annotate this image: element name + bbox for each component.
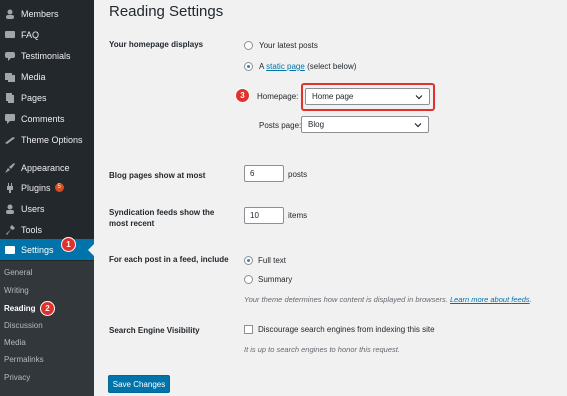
testimonials-icon bbox=[4, 50, 16, 62]
sidebar-item-label: Appearance bbox=[21, 162, 70, 173]
sidebar-item-label: Comments bbox=[21, 113, 65, 124]
sidebar-item-label: Testimonials bbox=[21, 50, 71, 61]
radio-full-text[interactable] bbox=[244, 256, 253, 265]
chevron-down-icon bbox=[415, 95, 423, 100]
radio-summary[interactable] bbox=[244, 275, 253, 284]
save-changes-button[interactable]: Save Changes bbox=[108, 375, 170, 393]
discourage-indexing-checkbox[interactable] bbox=[244, 325, 253, 334]
option-static-page-label: A static page (select below) bbox=[259, 62, 357, 71]
submenu-item-reading[interactable]: Reading bbox=[4, 304, 36, 313]
sidebar-item-users[interactable]: Users bbox=[0, 198, 94, 219]
sidebar-item-label: Theme Options bbox=[21, 134, 83, 145]
homepage-select-value: Home page bbox=[312, 92, 354, 101]
active-indicator bbox=[88, 244, 94, 256]
posts-page-select-value: Blog bbox=[308, 120, 325, 129]
plugins-icon bbox=[4, 182, 16, 194]
callout-badge-2: 2 bbox=[40, 301, 55, 316]
sidebar-item-members[interactable]: Members bbox=[0, 3, 94, 24]
learn-more-feeds-link[interactable]: Learn more about feeds bbox=[450, 295, 530, 304]
settings-submenu: General Writing Reading Discussion Media… bbox=[0, 261, 94, 396]
feed-include-label: For each post in a feed, include bbox=[109, 255, 229, 264]
blog-pages-input[interactable]: 6 bbox=[244, 165, 284, 182]
callout-badge-1: 1 bbox=[61, 237, 76, 252]
sidebar-item-label: Media bbox=[21, 71, 46, 82]
homepage-label: Homepage: bbox=[257, 92, 299, 101]
sidebar-item-testimonials[interactable]: Testimonials bbox=[0, 45, 94, 66]
blog-pages-unit: posts bbox=[288, 170, 308, 179]
sidebar-item-pages[interactable]: Pages bbox=[0, 87, 94, 108]
sidebar-item-label: Users bbox=[21, 203, 45, 214]
callout-badge-3: 3 bbox=[235, 88, 250, 103]
posts-page-select[interactable]: Blog bbox=[301, 116, 429, 133]
syndication-label: Syndication feeds show the most recent bbox=[109, 208, 215, 228]
theme-options-icon bbox=[4, 134, 16, 146]
syndication-unit: items bbox=[288, 211, 308, 220]
blog-pages-label: Blog pages show at most bbox=[109, 171, 206, 180]
search-engine-label: Search Engine Visibility bbox=[109, 326, 200, 335]
settings-icon bbox=[4, 244, 16, 256]
comments-icon bbox=[4, 113, 16, 125]
submenu-item-permalinks[interactable]: Permalinks bbox=[4, 355, 44, 364]
submenu-item-privacy[interactable]: Privacy bbox=[4, 373, 30, 382]
submenu-item-general[interactable]: General bbox=[4, 268, 32, 277]
posts-page-label: Posts page: bbox=[259, 121, 302, 130]
sidebar-item-appearance[interactable]: Appearance bbox=[0, 157, 94, 178]
pages-icon bbox=[4, 92, 16, 104]
discourage-indexing-label: Discourage search engines from indexing … bbox=[258, 325, 435, 334]
sidebar-item-label: Pages bbox=[21, 92, 47, 103]
sidebar-item-plugins[interactable]: Plugins 5 bbox=[0, 177, 94, 198]
members-icon bbox=[4, 8, 16, 20]
page-title: Reading Settings bbox=[109, 3, 224, 20]
admin-sidebar: Members FAQ Testimonials Media Pages Com… bbox=[0, 0, 94, 396]
sidebar-item-faq[interactable]: FAQ bbox=[0, 24, 94, 45]
syndication-input[interactable]: 10 bbox=[244, 207, 284, 224]
static-page-link[interactable]: static page bbox=[266, 62, 305, 71]
media-icon bbox=[4, 71, 16, 83]
sidebar-item-label: Tools bbox=[21, 224, 43, 235]
sidebar-item-settings[interactable]: Settings bbox=[0, 239, 94, 260]
feed-description: Your theme determines how content is dis… bbox=[244, 295, 532, 304]
radio-latest-posts[interactable] bbox=[244, 41, 253, 50]
tools-icon bbox=[4, 224, 16, 236]
sidebar-item-label: Members bbox=[21, 8, 59, 19]
users-icon bbox=[4, 203, 16, 215]
option-full-text-label: Full text bbox=[258, 256, 287, 265]
submenu-item-writing[interactable]: Writing bbox=[4, 286, 29, 295]
chevron-down-icon bbox=[414, 123, 422, 128]
submenu-item-media[interactable]: Media bbox=[4, 338, 26, 347]
faq-icon bbox=[4, 29, 16, 41]
sidebar-item-label: Plugins bbox=[21, 182, 51, 193]
option-summary-label: Summary bbox=[258, 275, 293, 284]
homepage-displays-label: Your homepage displays bbox=[109, 40, 204, 49]
homepage-select[interactable]: Home page bbox=[305, 88, 430, 105]
sidebar-item-label: Settings bbox=[21, 244, 54, 255]
appearance-icon bbox=[4, 162, 16, 174]
sidebar-item-tools[interactable]: Tools bbox=[0, 219, 94, 240]
submenu-item-discussion[interactable]: Discussion bbox=[4, 321, 43, 330]
sidebar-item-media[interactable]: Media bbox=[0, 66, 94, 87]
sidebar-item-theme-options[interactable]: Theme Options bbox=[0, 129, 94, 150]
sidebar-item-label: FAQ bbox=[21, 29, 40, 40]
radio-static-page[interactable] bbox=[244, 62, 253, 71]
search-engine-description: It is up to search engines to honor this… bbox=[244, 345, 400, 354]
sidebar-item-comments[interactable]: Comments bbox=[0, 108, 94, 129]
plugins-update-badge: 5 bbox=[54, 183, 64, 192]
option-latest-posts-label: Your latest posts bbox=[259, 41, 318, 50]
